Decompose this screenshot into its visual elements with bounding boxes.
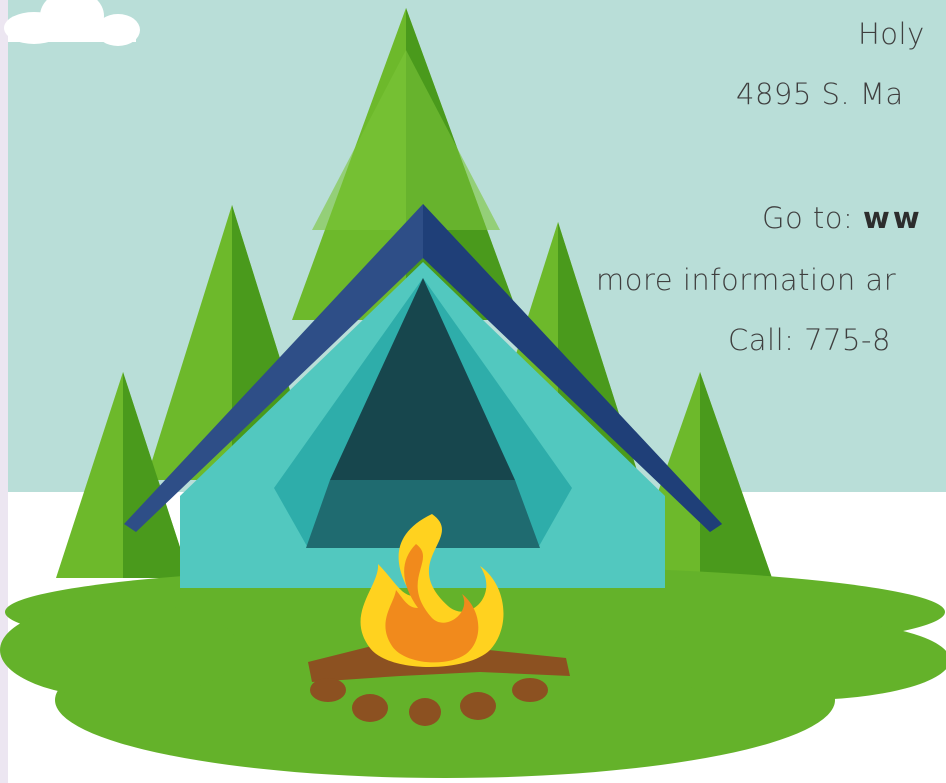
camp-scene — [0, 0, 946, 783]
info-goto-label: Go to: — [762, 201, 864, 235]
info-line-4: more information ar — [596, 263, 897, 297]
info-website-link[interactable]: ww — [863, 201, 923, 235]
info-line-3: Go to: ww — [762, 204, 923, 233]
camping-flyer-illustration: Holy 4895 S. Ma Go to: ww more informati… — [0, 0, 946, 783]
info-line-5: Call: 775-8 — [728, 323, 891, 357]
info-line-2: 4895 S. Ma — [736, 77, 904, 111]
info-line-1: Holy — [858, 17, 925, 51]
